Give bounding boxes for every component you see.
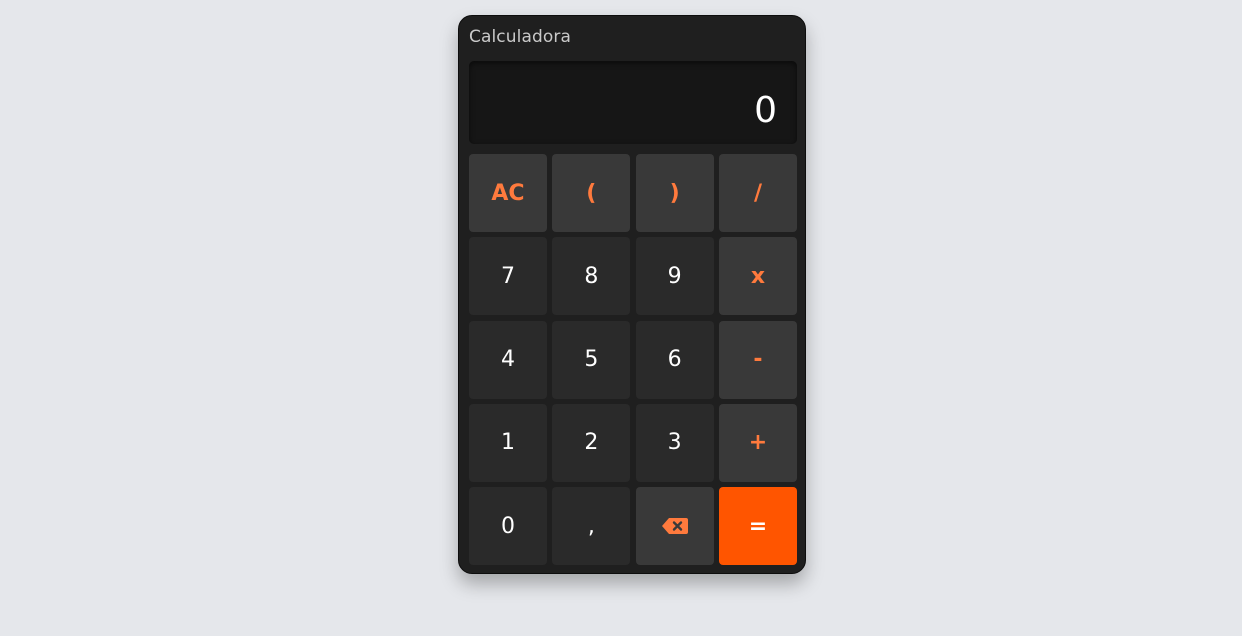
multiply-button[interactable]: x <box>718 237 797 316</box>
all-clear-button[interactable]: AC <box>469 154 547 232</box>
result-display: 0 <box>469 61 797 144</box>
digit-8-button[interactable]: 8 <box>552 237 631 316</box>
plus-button[interactable]: + <box>718 403 797 482</box>
keypad: AC ( ) / 7 8 9 x 4 5 6 - 1 2 3 + 0 , = <box>469 154 797 566</box>
minus-button[interactable]: - <box>718 320 797 399</box>
digit-1-button[interactable]: 1 <box>469 403 547 482</box>
open-parenthesis-button[interactable]: ( <box>552 154 631 232</box>
comma-button[interactable]: , <box>552 487 631 566</box>
app-title: Calculadora <box>469 27 571 47</box>
divide-button[interactable]: / <box>718 154 797 232</box>
calculator-window: Calculadora 0 AC ( ) / 7 8 9 x 4 5 6 - 1… <box>458 15 806 574</box>
backspace-icon <box>661 518 688 535</box>
digit-5-button[interactable]: 5 <box>552 320 631 399</box>
digit-9-button[interactable]: 9 <box>635 237 714 316</box>
digit-4-button[interactable]: 4 <box>469 320 547 399</box>
close-parenthesis-button[interactable]: ) <box>635 154 714 232</box>
digit-6-button[interactable]: 6 <box>635 320 714 399</box>
digit-7-button[interactable]: 7 <box>469 237 547 316</box>
digit-3-button[interactable]: 3 <box>635 403 714 482</box>
digit-2-button[interactable]: 2 <box>552 403 631 482</box>
backspace-button[interactable] <box>635 487 714 566</box>
digit-0-button[interactable]: 0 <box>469 487 547 566</box>
equals-button[interactable]: = <box>718 487 797 566</box>
